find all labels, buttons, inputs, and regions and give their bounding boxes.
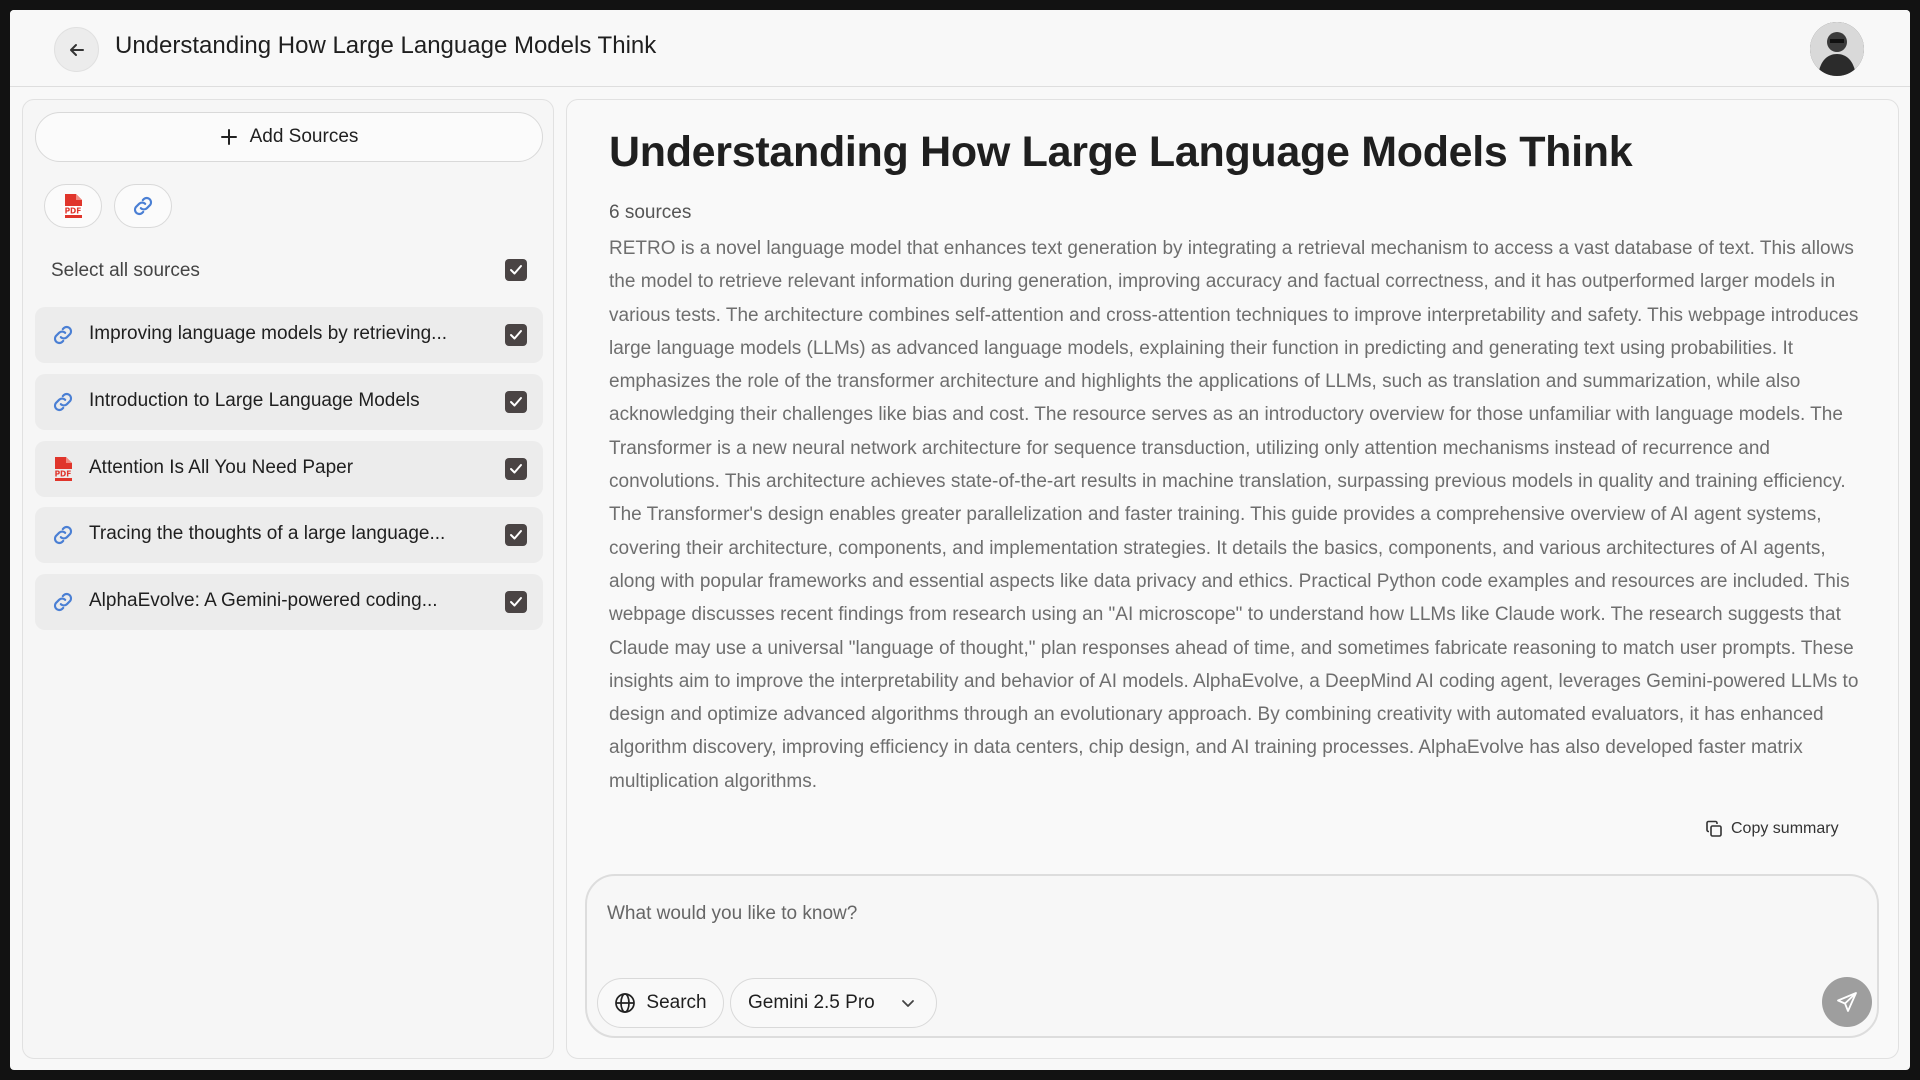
source-item[interactable]: AlphaEvolve: A Gemini-powered coding... [35, 574, 543, 630]
source-item-label: Attention Is All You Need Paper [89, 457, 354, 478]
link-icon [49, 322, 77, 348]
question-input[interactable] [607, 898, 1807, 930]
checkmark-icon [510, 530, 522, 540]
add-sources-label: Add Sources [249, 126, 359, 147]
checkmark-icon [510, 265, 522, 275]
source-item-checkbox[interactable] [505, 524, 527, 546]
chat-composer: Search Gemini 2.5 Pro [585, 874, 1879, 1038]
source-item-label: AlphaEvolve: A Gemini-powered coding... [89, 590, 438, 611]
link-icon [49, 589, 77, 615]
page-title: Understanding How Large Language Models … [609, 128, 1633, 176]
notebook-title: Understanding How Large Language Models … [115, 32, 657, 59]
globe-icon [615, 993, 636, 1013]
link-icon [133, 196, 153, 216]
checkmark-icon [510, 464, 522, 474]
select-all-checkbox[interactable] [505, 259, 527, 281]
copy-summary-button[interactable]: Copy summary [1705, 820, 1839, 838]
source-item-checkbox[interactable] [505, 391, 527, 413]
source-item-checkbox[interactable] [505, 458, 527, 480]
source-item-checkbox[interactable] [505, 324, 527, 346]
source-item[interactable]: Improving language models by retrieving.… [35, 307, 543, 363]
source-item[interactable]: Introduction to Large Language Models [35, 374, 543, 430]
summary-text: RETRO is a novel language model that enh… [609, 238, 1859, 792]
model-label: Gemini 2.5 Pro [748, 992, 875, 1013]
pdf-icon: PDF [63, 194, 83, 218]
add-pdf-source-button[interactable]: PDF [44, 184, 102, 228]
source-item-checkbox[interactable] [505, 591, 527, 613]
source-item[interactable]: PDF Attention Is All You Need Paper [35, 441, 543, 497]
copy-summary-label: Copy summary [1731, 820, 1839, 837]
copy-icon [1706, 820, 1722, 837]
select-all-label: Select all sources [51, 260, 200, 281]
link-icon [49, 522, 77, 548]
user-avatar[interactable] [1810, 22, 1864, 76]
plus-icon [220, 129, 237, 145]
pdf-icon-text: PDF [55, 470, 72, 479]
checkmark-icon [510, 330, 522, 340]
arrow-left-icon [69, 43, 84, 56]
source-item-label: Introduction to Large Language Models [89, 390, 420, 411]
checkmark-icon [510, 597, 522, 607]
pdf-icon: PDF [49, 456, 77, 482]
source-item-label: Improving language models by retrieving.… [89, 323, 448, 344]
send-button[interactable] [1822, 977, 1872, 1027]
add-sources-button[interactable]: Add Sources [35, 112, 543, 162]
chevron-down-icon [902, 1000, 914, 1007]
source-item[interactable]: Tracing the thoughts of a large language… [35, 507, 543, 563]
app-window: Understanding How Large Language Models … [10, 10, 1910, 1070]
back-button[interactable] [54, 27, 99, 72]
source-item-label: Tracing the thoughts of a large language… [89, 523, 446, 544]
pdf-icon-text: PDF [65, 207, 82, 216]
avatar-image [1810, 22, 1864, 76]
summary-panel: Understanding How Large Language Models … [566, 99, 1899, 1059]
search-toggle-button[interactable]: Search [597, 978, 724, 1028]
sources-panel: Add Sources PDF Select all sources Impro… [22, 99, 554, 1059]
search-label: Search [646, 992, 707, 1013]
send-icon [1837, 992, 1857, 1012]
model-dropdown[interactable]: Gemini 2.5 Pro [730, 978, 937, 1028]
source-count: 6 sources [609, 202, 692, 223]
checkmark-icon [510, 397, 522, 407]
top-bar: Understanding How Large Language Models … [10, 10, 1910, 87]
add-link-source-button[interactable] [114, 184, 172, 228]
link-icon [49, 389, 77, 415]
